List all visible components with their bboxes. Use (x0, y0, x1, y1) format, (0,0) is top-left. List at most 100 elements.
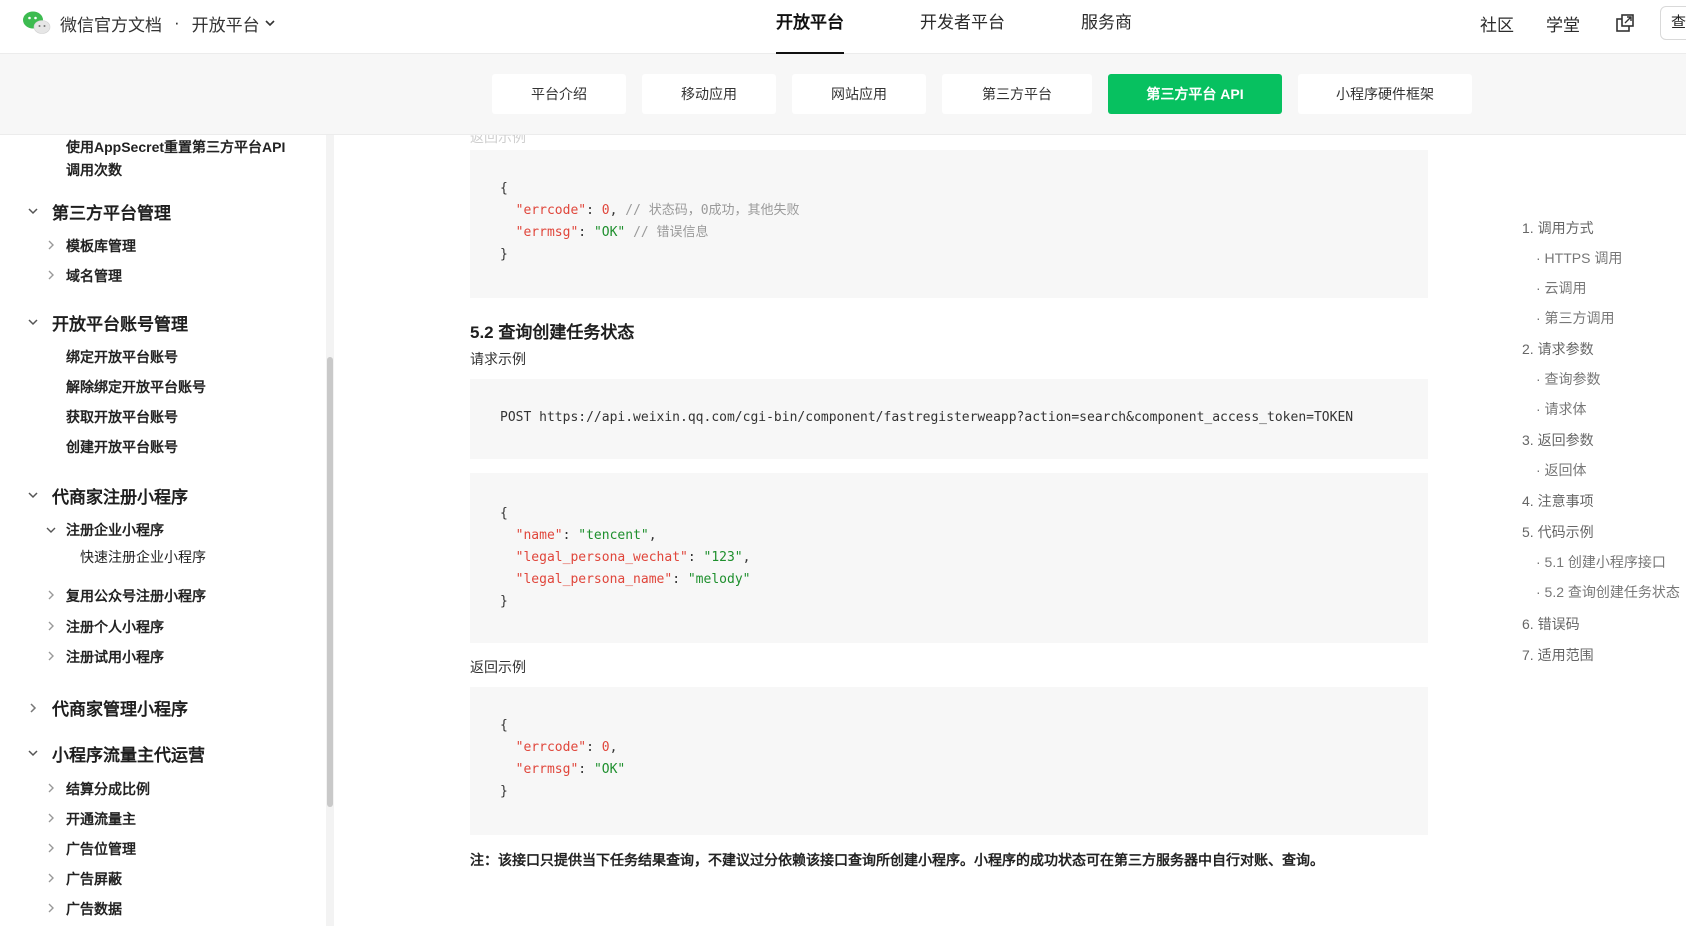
toc-item-error-codes[interactable]: 6. 错误码 (1522, 614, 1580, 634)
code-line: { (500, 181, 508, 196)
sidebar-item-unbind-account[interactable]: 解除绑定开放平台账号 (66, 377, 206, 397)
platform-switcher[interactable]: 开放平台 (192, 11, 276, 36)
code-block-response-body: { "errcode": 0, "errmsg": "OK" } (470, 687, 1428, 835)
sidebar-group-traffic-operation[interactable]: 小程序流量主代运营 (52, 741, 205, 766)
nav-open-platform[interactable]: 开放平台 (776, 0, 844, 54)
toc-item-return-params[interactable]: 3. 返回参数 (1522, 430, 1594, 450)
subtab-third-party-platform[interactable]: 第三方平台 (942, 74, 1092, 114)
doc-content: 返回示例 { "errcode": 0, // 状态码，0成功，其他失败 "er… (336, 135, 1436, 926)
sidebar-item-ad-slot-management[interactable]: 广告位管理 (66, 839, 136, 859)
sidebar-group-manage-miniprogram[interactable]: 代商家管理小程序 (52, 695, 188, 720)
sidebar-item-fast-register-enterprise[interactable]: 快速注册企业小程序 (80, 547, 206, 567)
code-line: "errmsg": "OK" // 错误信息 (515, 225, 709, 240)
toc-item-5-2[interactable]: · 5.2 查询创建任务状态 (1536, 582, 1680, 602)
sidebar-item-ad-data[interactable]: 广告数据 (66, 899, 122, 919)
response-example-label: 返回示例 (470, 659, 526, 675)
chevron-right-icon[interactable] (45, 842, 57, 854)
sidebar-item-template-library[interactable]: 模板库管理 (66, 236, 136, 256)
chevron-down-icon[interactable] (27, 489, 39, 501)
sub-tabs: 平台介绍 移动应用 网站应用 第三方平台 第三方平台 API 小程序硬件框架 (492, 74, 1488, 114)
code-line: { (500, 506, 508, 521)
sidebar-item-reset-api-calls-2[interactable]: 调用次数 (66, 160, 122, 180)
sidebar-item-bind-account[interactable]: 绑定开放平台账号 (66, 347, 178, 367)
code-line: POST https://api.weixin.qq.com/cgi-bin/c… (500, 410, 1354, 425)
chevron-right-icon[interactable] (45, 872, 57, 884)
code-line: } (500, 594, 508, 609)
sidebar-item-register-trial[interactable]: 注册试用小程序 (66, 647, 164, 667)
chevron-right-icon[interactable] (45, 269, 57, 281)
toc-item-cloud-call[interactable]: · 云调用 (1536, 278, 1587, 298)
subtab-platform-intro[interactable]: 平台介绍 (492, 74, 626, 114)
sidebar: 使用AppSecret重置第三方平台API 调用次数 第三方平台管理 模板库管理… (0, 135, 336, 926)
sidebar-group-platform-management[interactable]: 第三方平台管理 (52, 199, 171, 224)
sidebar-item-domain-management[interactable]: 域名管理 (66, 266, 122, 286)
code-block-create-response: { "errcode": 0, // 状态码，0成功，其他失败 "errmsg"… (470, 150, 1428, 298)
code-block-request-body: { "name": "tencent", "legal_persona_wech… (470, 473, 1428, 643)
code-line: "errcode": 0, // 状态码，0成功，其他失败 (515, 203, 800, 218)
chevron-down-icon[interactable] (27, 747, 39, 759)
toc-item-https-call[interactable]: · HTTPS 调用 (1536, 248, 1622, 268)
sidebar-item-register-enterprise[interactable]: 注册企业小程序 (66, 520, 164, 540)
sidebar-item-register-personal[interactable]: 注册个人小程序 (66, 617, 164, 637)
subtab-hardware-framework[interactable]: 小程序硬件框架 (1298, 74, 1472, 114)
code-line: "errcode": 0, (515, 740, 618, 755)
chevron-right-icon[interactable] (45, 902, 57, 914)
toc-item-third-party-call[interactable]: · 第三方调用 (1536, 308, 1615, 328)
chevron-down-icon[interactable] (27, 205, 39, 217)
brand-title: 微信官方文档 (60, 15, 162, 35)
code-line: } (500, 247, 508, 262)
code-line: "name": "tencent", (515, 528, 657, 543)
nav-academy[interactable]: 学堂 (1546, 11, 1580, 36)
toc-item-query-params[interactable]: · 查询参数 (1536, 369, 1601, 389)
nav-service-provider[interactable]: 服务商 (1081, 0, 1132, 54)
code-line: { (500, 718, 508, 733)
search-box[interactable]: 查 (1660, 6, 1686, 40)
code-block-request-url: POST https://api.weixin.qq.com/cgi-bin/c… (470, 379, 1428, 459)
chevron-right-icon[interactable] (45, 239, 57, 251)
chevron-right-icon[interactable] (45, 650, 57, 662)
sidebar-group-register-miniprogram[interactable]: 代商家注册小程序 (52, 483, 188, 508)
chevron-right-icon[interactable] (45, 782, 57, 794)
sidebar-item-reset-api-calls[interactable]: 使用AppSecret重置第三方平台API (66, 137, 285, 157)
chevron-down-icon (265, 20, 275, 27)
toc-item-notes[interactable]: 4. 注意事项 (1522, 491, 1594, 511)
faded-section-label: 返回示例 (470, 135, 526, 145)
api-note: 注：该接口只提供当下任务结果查询，不建议过分依赖该接口查询所创建小程序。小程序的… (470, 852, 1324, 868)
subtab-third-party-api[interactable]: 第三方平台 API (1108, 74, 1282, 114)
sidebar-group-account-management[interactable]: 开放平台账号管理 (52, 310, 188, 335)
toc-item-return-body[interactable]: · 返回体 (1536, 460, 1587, 480)
chevron-down-icon[interactable] (45, 524, 57, 536)
chevron-right-icon[interactable] (27, 702, 39, 714)
wechat-logo-icon (22, 10, 52, 36)
sidebar-item-ad-blocking[interactable]: 广告屏蔽 (66, 869, 122, 889)
toc-item-call-method[interactable]: 1. 调用方式 (1522, 218, 1594, 238)
chevron-right-icon[interactable] (45, 812, 57, 824)
code-line: "legal_persona_name": "melody" (515, 572, 751, 587)
nav-community[interactable]: 社区 (1480, 11, 1514, 36)
sidebar-item-get-account[interactable]: 获取开放平台账号 (66, 407, 178, 427)
toc-item-request-params[interactable]: 2. 请求参数 (1522, 339, 1594, 359)
external-window-icon[interactable] (1614, 12, 1636, 34)
sidebar-item-create-account[interactable]: 创建开放平台账号 (66, 437, 178, 457)
top-header: 微信官方文档 · 开放平台 开放平台 开发者平台 服务商 社区 学堂 查 (0, 0, 1686, 54)
code-line: } (500, 784, 508, 799)
subtab-website-app[interactable]: 网站应用 (792, 74, 926, 114)
chevron-down-icon[interactable] (27, 316, 39, 328)
toc-item-code-examples[interactable]: 5. 代码示例 (1522, 522, 1594, 542)
main-nav: 开放平台 开发者平台 服务商 (776, 0, 1208, 54)
chevron-right-icon[interactable] (45, 589, 57, 601)
sidebar-item-enable-traffic-owner[interactable]: 开通流量主 (66, 809, 136, 829)
platform-switcher-label: 开放平台 (191, 15, 260, 35)
right-nav: 社区 学堂 (1480, 0, 1636, 46)
nav-developer-platform[interactable]: 开发者平台 (920, 0, 1005, 54)
brand[interactable]: 微信官方文档 · 开放平台 (22, 10, 276, 36)
sidebar-item-reuse-official-account[interactable]: 复用公众号注册小程序 (66, 586, 206, 606)
code-line: "errmsg": "OK" (515, 762, 626, 777)
sidebar-scrollbar-thumb[interactable] (327, 357, 333, 807)
toc-item-request-body[interactable]: · 请求体 (1536, 399, 1587, 419)
subtab-mobile-app[interactable]: 移动应用 (642, 74, 776, 114)
chevron-right-icon[interactable] (45, 620, 57, 632)
toc-item-5-1[interactable]: · 5.1 创建小程序接口 (1536, 552, 1666, 572)
toc-item-scope[interactable]: 7. 适用范围 (1522, 645, 1594, 665)
sidebar-item-settlement-ratio[interactable]: 结算分成比例 (66, 779, 150, 799)
